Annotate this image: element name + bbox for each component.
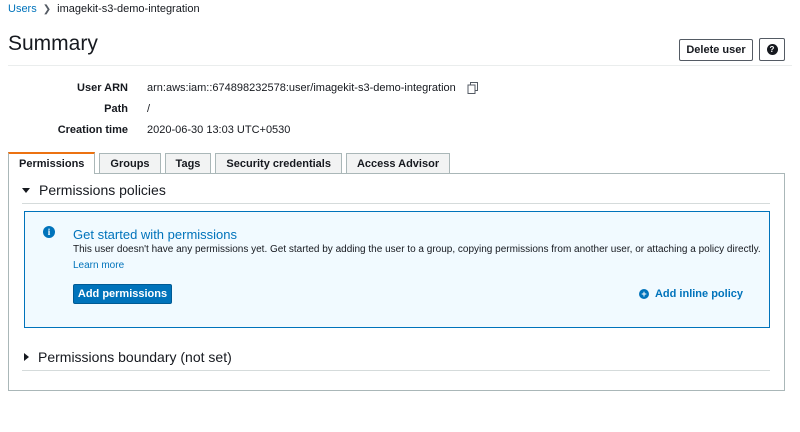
info-title: Get started with permissions: [73, 227, 238, 242]
info-text: This user doesn't have any permissions y…: [73, 244, 761, 255]
creation-time-label: Creation time: [57, 124, 128, 136]
permissions-boundary-heading: Permissions boundary (not set): [38, 349, 232, 365]
caret-right-icon: [24, 353, 29, 361]
chevron-right-icon: ❯: [42, 3, 52, 15]
info-alert: i Get started with permissions This user…: [24, 211, 770, 328]
path-value: /: [147, 103, 151, 115]
section-divider: [22, 203, 770, 204]
add-inline-policy-label: Add inline policy: [654, 288, 743, 300]
add-permissions-button[interactable]: Add permissions: [73, 284, 172, 304]
tab-access-advisor[interactable]: Access Advisor: [345, 153, 451, 174]
tab-bar: Permissions Groups Tags Security credent…: [8, 152, 454, 174]
tab-tags[interactable]: Tags: [164, 153, 212, 174]
section-divider: [22, 370, 770, 371]
learn-more-link[interactable]: Learn more: [73, 260, 124, 271]
permissions-policies-heading: Permissions policies: [39, 182, 166, 198]
help-button[interactable]: ?: [759, 38, 785, 61]
permissions-policies-toggle[interactable]: Permissions policies: [22, 182, 166, 198]
tab-groups[interactable]: Groups: [99, 153, 161, 174]
plus-circle-icon: +: [638, 289, 649, 299]
permissions-panel: Permissions policies i Get started with …: [8, 173, 785, 391]
permissions-boundary-toggle[interactable]: Permissions boundary (not set): [22, 349, 232, 365]
page-title: Summary: [8, 32, 98, 55]
breadcrumb: Users ❯ imagekit-s3-demo-integration: [8, 3, 200, 15]
delete-user-button[interactable]: Delete user: [679, 39, 753, 61]
copy-icon[interactable]: [467, 82, 479, 95]
info-icon: i: [43, 226, 55, 238]
creation-time-value: 2020-06-30 13:03 UTC+0530: [147, 124, 291, 136]
path-label: Path: [104, 103, 128, 115]
title-divider: [8, 65, 792, 66]
add-inline-policy-link[interactable]: + Add inline policy: [638, 288, 743, 300]
tab-permissions[interactable]: Permissions: [8, 152, 96, 174]
help-icon: ?: [766, 44, 778, 55]
caret-down-icon: [22, 187, 30, 193]
tab-security-credentials[interactable]: Security credentials: [215, 153, 342, 174]
breadcrumb-current: imagekit-s3-demo-integration: [57, 3, 200, 15]
user-arn-label: User ARN: [77, 82, 128, 94]
breadcrumb-users-link[interactable]: Users: [8, 3, 37, 15]
user-arn-value: arn:aws:iam::674898232578:user/imagekit-…: [147, 82, 456, 94]
